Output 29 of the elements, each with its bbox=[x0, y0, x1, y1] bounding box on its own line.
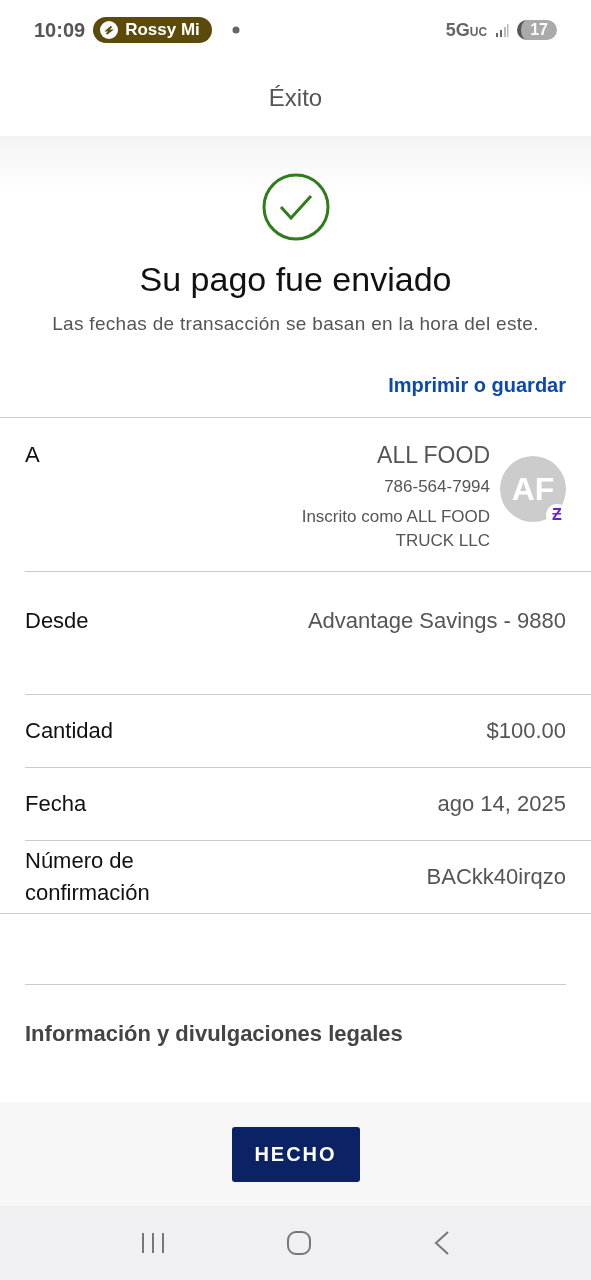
done-button[interactable]: HECHO bbox=[231, 1126, 360, 1182]
recipient-phone: 786-564-7994 bbox=[384, 476, 490, 498]
recipient-enrolled: Inscrito como ALL FOOD TRUCK LLC bbox=[300, 506, 490, 552]
print-link[interactable]: Imprimir o guardar bbox=[388, 374, 566, 397]
success-check-icon bbox=[260, 172, 331, 242]
signal-icon bbox=[495, 23, 510, 37]
row-value: BACkk40irqzo bbox=[426, 864, 566, 890]
row-label: Desde bbox=[25, 607, 89, 635]
row-value: ago 14, 2025 bbox=[437, 791, 566, 817]
status-time: 10:09 bbox=[34, 18, 86, 42]
recent-apps-icon[interactable] bbox=[140, 1231, 167, 1255]
confirmation-title: Su pago fue enviado bbox=[139, 260, 452, 299]
row-value: $100.00 bbox=[486, 718, 566, 744]
battery-indicator: 17 bbox=[517, 20, 557, 40]
row-label: A bbox=[25, 442, 41, 469]
back-icon[interactable] bbox=[432, 1230, 451, 1256]
row-label: Cantidad bbox=[25, 717, 114, 745]
legal-heading: Información y divulgaciones legales bbox=[25, 984, 566, 1047]
media-pill[interactable]: Rossy Mi bbox=[93, 17, 212, 43]
row-label: Número de confirmación bbox=[25, 847, 151, 907]
network-label: 5GUC bbox=[445, 19, 488, 41]
home-icon[interactable] bbox=[286, 1230, 313, 1256]
music-app-icon bbox=[99, 20, 120, 40]
row-value: Advantage Savings - 9880 bbox=[307, 608, 566, 634]
recipient-name: ALL FOOD bbox=[377, 442, 490, 469]
confirmation-subtitle: Las fechas de transacción se basan en la hora del este. bbox=[52, 312, 539, 336]
screen-title: Éxito bbox=[268, 84, 323, 112]
notification-dot-icon bbox=[231, 26, 240, 34]
row-label: Fecha bbox=[25, 790, 87, 818]
